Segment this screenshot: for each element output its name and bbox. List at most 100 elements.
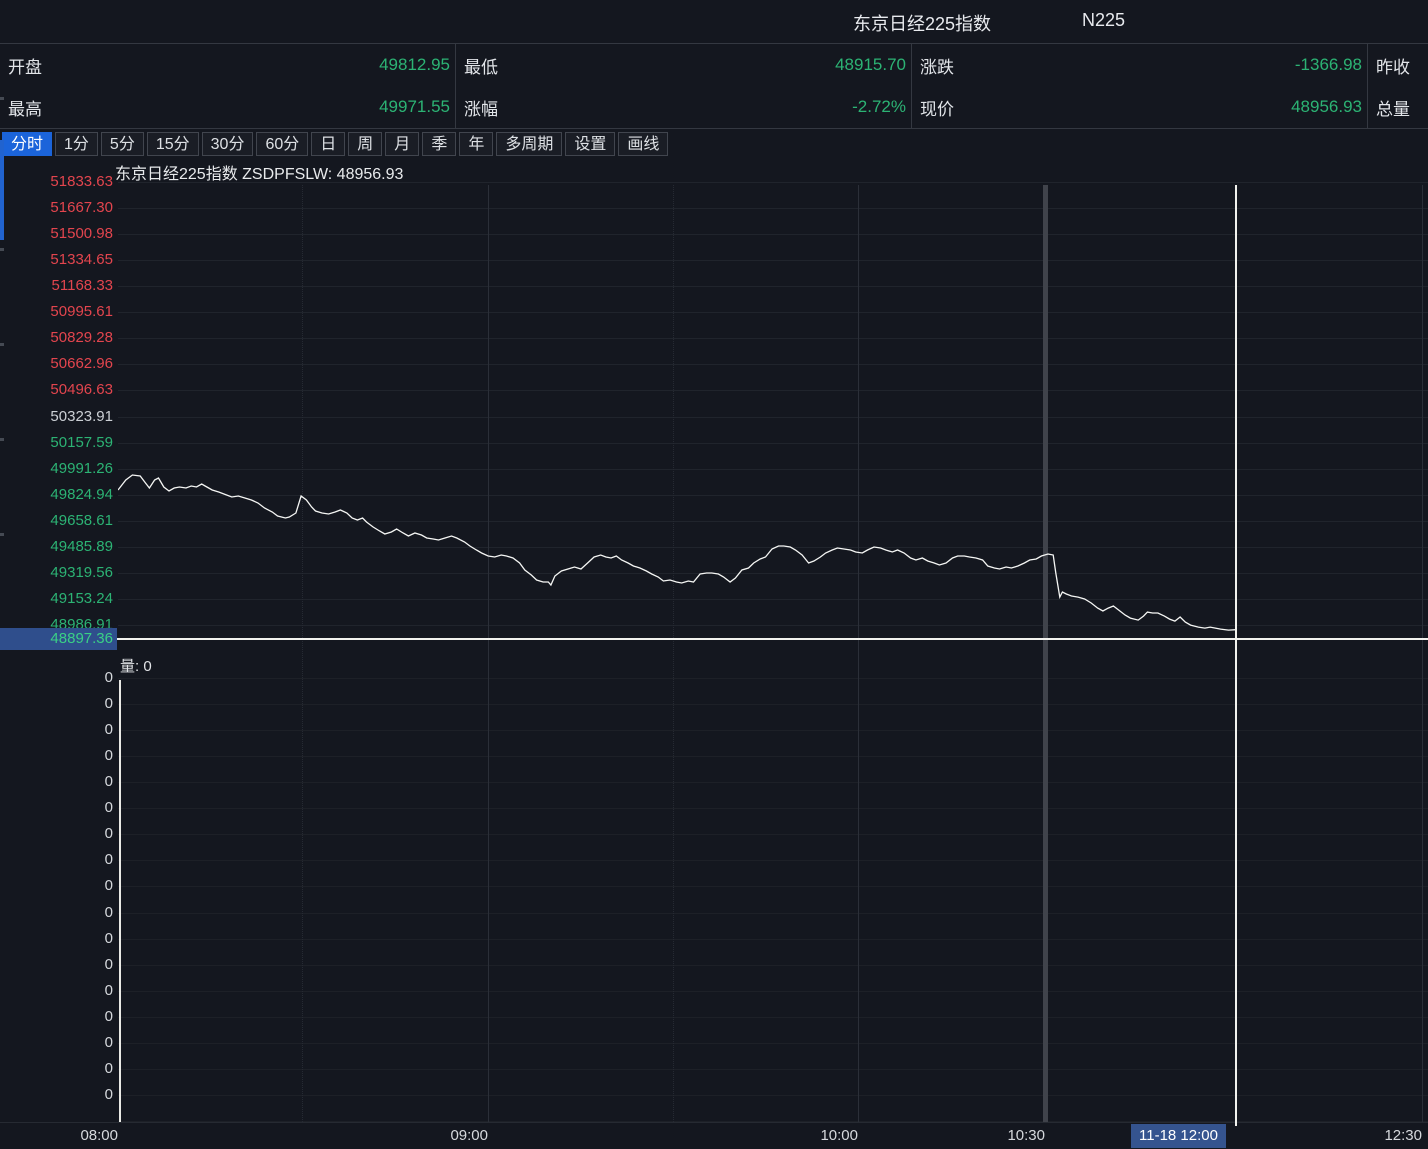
y-axis-label: 50995.61 bbox=[0, 303, 113, 321]
volume-gridline bbox=[118, 704, 1428, 705]
tab-日[interactable]: 日 bbox=[311, 132, 345, 156]
volume-axis-label: 0 bbox=[0, 851, 113, 869]
volume-gridline bbox=[118, 965, 1428, 966]
y-axis-label: 51168.33 bbox=[0, 277, 113, 295]
volume-gridline bbox=[118, 756, 1428, 757]
scrollbar-notch bbox=[0, 533, 4, 536]
y-axis-label: 51667.30 bbox=[0, 199, 113, 217]
quote-field-value: -2.72% bbox=[852, 97, 906, 117]
tab-画线[interactable]: 画线 bbox=[618, 132, 668, 156]
volume-gridline bbox=[118, 678, 1428, 679]
y-axis-label: 51500.98 bbox=[0, 225, 113, 243]
crosshair-horizontal-line bbox=[117, 638, 1428, 640]
tab-60分[interactable]: 60分 bbox=[256, 132, 308, 156]
quote-field-label: 最低 bbox=[464, 53, 498, 78]
volume-axis-label: 0 bbox=[0, 825, 113, 843]
instrument-symbol: N225 bbox=[1082, 10, 1125, 31]
volume-axis-label: 0 bbox=[0, 1086, 113, 1104]
price-line-plot[interactable] bbox=[118, 185, 1428, 652]
x-axis-label-12:30: 12:30 bbox=[1384, 1127, 1422, 1144]
volume-axis-bar bbox=[119, 680, 121, 1122]
left-scrollbar bbox=[0, 0, 4, 1149]
quote-field-label: 涨幅 bbox=[464, 95, 498, 120]
volume-axis-label: 0 bbox=[0, 930, 113, 948]
volume-axis-label: 0 bbox=[0, 669, 113, 687]
crosshair-time-badge: 11-18 12:00 bbox=[1131, 1124, 1226, 1148]
period-tabs: 分时1分5分15分30分60分日周月季年多周期设置画线 bbox=[2, 130, 671, 157]
price-line bbox=[118, 475, 1236, 630]
tab-15分[interactable]: 15分 bbox=[147, 132, 199, 156]
quote-cell-r1c2: 现价 48956.93 bbox=[911, 86, 1367, 128]
volume-label-text: 量: bbox=[120, 658, 139, 675]
volume-axis-label: 0 bbox=[0, 1060, 113, 1078]
quote-field-value: 48956.93 bbox=[1291, 97, 1362, 117]
tab-周[interactable]: 周 bbox=[348, 132, 382, 156]
volume-axis-label: 0 bbox=[0, 799, 113, 817]
volume-gridline bbox=[118, 886, 1428, 887]
y-axis-label: 49658.61 bbox=[0, 512, 113, 530]
volume-axis-label: 0 bbox=[0, 747, 113, 765]
tab-多周期[interactable]: 多周期 bbox=[496, 132, 562, 156]
quote-cell-r1c0: 最高 49971.55 bbox=[0, 86, 455, 128]
volume-gridline bbox=[118, 1017, 1428, 1018]
quote-field-value: 49971.55 bbox=[379, 97, 450, 117]
scrollbar-thumb[interactable] bbox=[0, 140, 4, 240]
volume-axis-label: 0 bbox=[0, 877, 113, 895]
y-axis-label: 51833.63 bbox=[0, 173, 113, 191]
volume-axis-label: 0 bbox=[0, 721, 113, 739]
scrollbar-notch bbox=[0, 248, 4, 251]
volume-gridline bbox=[118, 939, 1428, 940]
volume-axis-label: 0 bbox=[0, 1008, 113, 1026]
tab-5分[interactable]: 5分 bbox=[101, 132, 144, 156]
chart-area[interactable]: 东京日经225指数 ZSDPFSLW: 48956.93 量: 0 51833.… bbox=[0, 158, 1428, 1122]
volume-gridline bbox=[118, 991, 1428, 992]
quote-cell-r0c3: 昨收 bbox=[1367, 44, 1428, 86]
volume-label: 量: 0 bbox=[120, 655, 152, 676]
tab-月[interactable]: 月 bbox=[385, 132, 419, 156]
stock-chart-window: 东京日经225指数 N225 开盘 49812.95最低48915.70涨跌-13… bbox=[0, 0, 1428, 1149]
quote-grid: 开盘 49812.95最低48915.70涨跌-1366.98昨收最高 49971.… bbox=[0, 44, 1428, 129]
volume-axis-label: 0 bbox=[0, 1034, 113, 1052]
quote-cell-r1c1: 涨幅 -2.72% bbox=[455, 86, 911, 128]
volume-gridline bbox=[118, 782, 1428, 783]
crosshair-vertical-line bbox=[1235, 185, 1237, 1126]
y-axis-label: 49991.26 bbox=[0, 460, 113, 478]
scrollbar-notch bbox=[0, 97, 4, 100]
volume-gridline bbox=[118, 1095, 1428, 1096]
quote-cell-r0c1: 最低48915.70 bbox=[455, 44, 911, 86]
x-axis-label-10:30: 10:30 bbox=[1007, 1127, 1045, 1144]
quote-field-label: 最高 bbox=[8, 95, 42, 120]
volume-axis-label: 0 bbox=[0, 956, 113, 974]
volume-gridline bbox=[118, 808, 1428, 809]
x-axis: 08:0009:0010:0010:3012:3011-18 12:00 bbox=[0, 1122, 1428, 1149]
x-axis-label-09:00: 09:00 bbox=[450, 1127, 488, 1144]
title-bar: 东京日经225指数 N225 bbox=[0, 0, 1428, 44]
tab-年[interactable]: 年 bbox=[459, 132, 493, 156]
quote-field-label: 涨跌 bbox=[920, 53, 954, 78]
volume-gridline bbox=[118, 1069, 1428, 1070]
crosshair-price-badge: 48897.36 bbox=[0, 628, 117, 650]
chart-title: 东京日经225指数 ZSDPFSLW: 48956.93 bbox=[115, 160, 403, 184]
quote-cell-r0c2: 涨跌-1366.98 bbox=[911, 44, 1367, 86]
tab-设置[interactable]: 设置 bbox=[565, 132, 615, 156]
quote-field-value: 49812.95 bbox=[379, 55, 450, 75]
tab-1分[interactable]: 1分 bbox=[55, 132, 98, 156]
scrollbar-notch bbox=[0, 438, 4, 441]
volume-gridline bbox=[118, 1043, 1428, 1044]
y-axis-label: 49485.89 bbox=[0, 538, 113, 556]
quote-field-label: 现价 bbox=[920, 95, 954, 120]
volume-value: 0 bbox=[143, 658, 151, 675]
y-axis-label: 50157.59 bbox=[0, 434, 113, 452]
quote-field-label: 开盘 bbox=[8, 53, 42, 78]
y-axis-label: 50829.28 bbox=[0, 329, 113, 347]
tab-季[interactable]: 季 bbox=[422, 132, 456, 156]
x-axis-label-08:00: 08:00 bbox=[80, 1127, 118, 1144]
quote-cell-r0c0: 开盘 49812.95 bbox=[0, 44, 455, 86]
y-axis-label: 49824.94 bbox=[0, 486, 113, 504]
tab-30分[interactable]: 30分 bbox=[202, 132, 254, 156]
tab-分时[interactable]: 分时 bbox=[2, 132, 52, 156]
volume-gridline bbox=[118, 730, 1428, 731]
y-axis-label: 51334.65 bbox=[0, 251, 113, 269]
volume-axis-label: 0 bbox=[0, 695, 113, 713]
y-axis-label: 49153.24 bbox=[0, 590, 113, 608]
